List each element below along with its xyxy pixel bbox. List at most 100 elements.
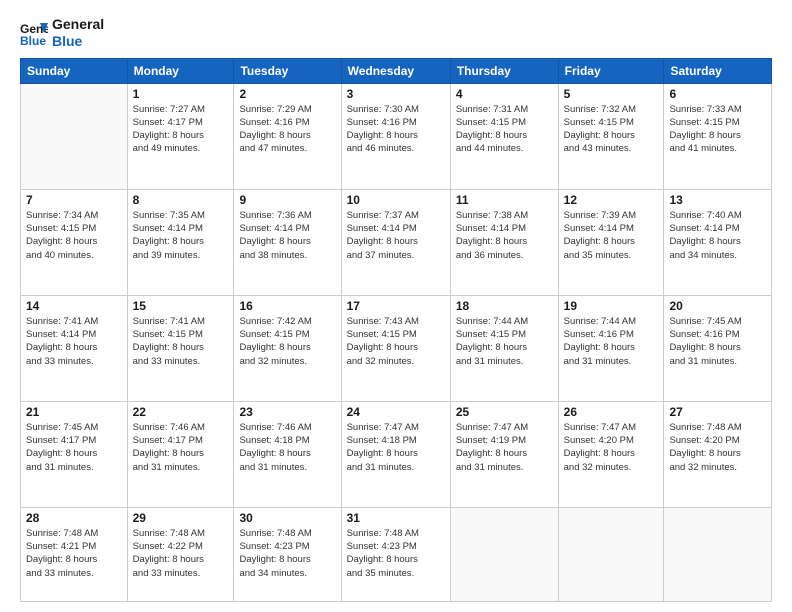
cell-info: Sunrise: 7:37 AM Sunset: 4:14 PM Dayligh… bbox=[347, 209, 445, 262]
day-number: 1 bbox=[133, 87, 229, 101]
calendar-week-1: 7Sunrise: 7:34 AM Sunset: 4:15 PM Daylig… bbox=[21, 189, 772, 295]
weekday-header-row: SundayMondayTuesdayWednesdayThursdayFrid… bbox=[21, 58, 772, 83]
weekday-tuesday: Tuesday bbox=[234, 58, 341, 83]
day-number: 6 bbox=[669, 87, 766, 101]
day-number: 9 bbox=[239, 193, 335, 207]
cell-info: Sunrise: 7:48 AM Sunset: 4:22 PM Dayligh… bbox=[133, 527, 229, 580]
day-number: 10 bbox=[347, 193, 445, 207]
calendar-body: 1 Sunrise: 7:27 AM Sunset: 4:17 PM Daylig… bbox=[21, 83, 772, 601]
day-number: 21 bbox=[26, 405, 122, 419]
calendar-table: SundayMondayTuesdayWednesdayThursdayFrid… bbox=[20, 58, 772, 602]
calendar-cell bbox=[558, 507, 664, 601]
calendar-cell: 25 Sunrise: 7:47 AM Sunset: 4:19 PM Dayli… bbox=[450, 401, 558, 507]
day-number: 14 bbox=[26, 299, 122, 313]
day-number: 5 bbox=[564, 87, 659, 101]
cell-info: Sunrise: 7:38 AM Sunset: 4:14 PM Dayligh… bbox=[456, 209, 553, 262]
day-number: 17 bbox=[347, 299, 445, 313]
calendar-cell: 14 Sunrise: 7:41 AM Sunset: 4:14 PM Dayli… bbox=[21, 295, 128, 401]
calendar-cell bbox=[21, 83, 128, 189]
calendar-week-3: 21Sunrise: 7:45 AM Sunset: 4:17 PM Dayli… bbox=[21, 401, 772, 507]
calendar-cell: 2 Sunrise: 7:29 AM Sunset: 4:16 PM Daylig… bbox=[234, 83, 341, 189]
calendar-cell: 8Sunrise: 7:35 AM Sunset: 4:14 PM Daylig… bbox=[127, 189, 234, 295]
cell-info: Sunrise: 7:48 AM Sunset: 4:23 PM Dayligh… bbox=[347, 527, 445, 580]
logo: General Blue General Blue bbox=[20, 16, 104, 50]
calendar-week-4: 28 Sunrise: 7:48 AM Sunset: 4:21 PM Dayli… bbox=[21, 507, 772, 601]
cell-info: Sunrise: 7:47 AM Sunset: 4:20 PM Dayligh… bbox=[564, 421, 659, 474]
cell-info: Sunrise: 7:29 AM Sunset: 4:16 PM Dayligh… bbox=[239, 103, 335, 156]
day-number: 20 bbox=[669, 299, 766, 313]
day-number: 22 bbox=[133, 405, 229, 419]
day-number: 24 bbox=[347, 405, 445, 419]
calendar-cell: 12Sunrise: 7:39 AM Sunset: 4:14 PM Dayli… bbox=[558, 189, 664, 295]
calendar-cell: 28 Sunrise: 7:48 AM Sunset: 4:21 PM Dayli… bbox=[21, 507, 128, 601]
cell-info: Sunrise: 7:44 AM Sunset: 4:16 PM Dayligh… bbox=[564, 315, 659, 368]
day-number: 7 bbox=[26, 193, 122, 207]
calendar-cell: 16 Sunrise: 7:42 AM Sunset: 4:15 PM Dayli… bbox=[234, 295, 341, 401]
day-number: 18 bbox=[456, 299, 553, 313]
cell-info: Sunrise: 7:33 AM Sunset: 4:15 PM Dayligh… bbox=[669, 103, 766, 156]
day-number: 15 bbox=[133, 299, 229, 313]
calendar-cell: 24Sunrise: 7:47 AM Sunset: 4:18 PM Dayli… bbox=[341, 401, 450, 507]
day-number: 23 bbox=[239, 405, 335, 419]
weekday-thursday: Thursday bbox=[450, 58, 558, 83]
cell-info: Sunrise: 7:30 AM Sunset: 4:16 PM Dayligh… bbox=[347, 103, 445, 156]
day-number: 13 bbox=[669, 193, 766, 207]
calendar-cell: 20 Sunrise: 7:45 AM Sunset: 4:16 PM Dayli… bbox=[664, 295, 772, 401]
day-number: 16 bbox=[239, 299, 335, 313]
page: General Blue General Blue SundayMondayTu… bbox=[0, 0, 792, 612]
weekday-monday: Monday bbox=[127, 58, 234, 83]
day-number: 2 bbox=[239, 87, 335, 101]
calendar-cell: 1 Sunrise: 7:27 AM Sunset: 4:17 PM Daylig… bbox=[127, 83, 234, 189]
calendar-cell: 23Sunrise: 7:46 AM Sunset: 4:18 PM Dayli… bbox=[234, 401, 341, 507]
day-number: 3 bbox=[347, 87, 445, 101]
day-number: 4 bbox=[456, 87, 553, 101]
day-number: 28 bbox=[26, 511, 122, 525]
calendar-cell: 22 Sunrise: 7:46 AM Sunset: 4:17 PM Dayli… bbox=[127, 401, 234, 507]
cell-info: Sunrise: 7:47 AM Sunset: 4:19 PM Dayligh… bbox=[456, 421, 553, 474]
calendar-week-0: 1 Sunrise: 7:27 AM Sunset: 4:17 PM Daylig… bbox=[21, 83, 772, 189]
day-number: 29 bbox=[133, 511, 229, 525]
cell-info: Sunrise: 7:41 AM Sunset: 4:15 PM Dayligh… bbox=[133, 315, 229, 368]
cell-info: Sunrise: 7:48 AM Sunset: 4:20 PM Dayligh… bbox=[669, 421, 766, 474]
calendar-cell: 26 Sunrise: 7:47 AM Sunset: 4:20 PM Dayli… bbox=[558, 401, 664, 507]
calendar-cell: 10 Sunrise: 7:37 AM Sunset: 4:14 PM Dayli… bbox=[341, 189, 450, 295]
calendar-cell: 21Sunrise: 7:45 AM Sunset: 4:17 PM Dayli… bbox=[21, 401, 128, 507]
cell-info: Sunrise: 7:35 AM Sunset: 4:14 PM Dayligh… bbox=[133, 209, 229, 262]
cell-info: Sunrise: 7:46 AM Sunset: 4:17 PM Dayligh… bbox=[133, 421, 229, 474]
calendar-cell: 19 Sunrise: 7:44 AM Sunset: 4:16 PM Dayli… bbox=[558, 295, 664, 401]
cell-info: Sunrise: 7:43 AM Sunset: 4:15 PM Dayligh… bbox=[347, 315, 445, 368]
day-number: 26 bbox=[564, 405, 659, 419]
logo-icon: General Blue bbox=[20, 19, 48, 47]
header: General Blue General Blue bbox=[20, 16, 772, 50]
calendar-cell: 9Sunrise: 7:36 AM Sunset: 4:14 PM Daylig… bbox=[234, 189, 341, 295]
logo-general: General bbox=[52, 16, 104, 33]
cell-info: Sunrise: 7:48 AM Sunset: 4:23 PM Dayligh… bbox=[239, 527, 335, 580]
cell-info: Sunrise: 7:40 AM Sunset: 4:14 PM Dayligh… bbox=[669, 209, 766, 262]
logo-blue: Blue bbox=[52, 33, 104, 50]
cell-info: Sunrise: 7:48 AM Sunset: 4:21 PM Dayligh… bbox=[26, 527, 122, 580]
weekday-saturday: Saturday bbox=[664, 58, 772, 83]
day-number: 30 bbox=[239, 511, 335, 525]
calendar-cell: 13 Sunrise: 7:40 AM Sunset: 4:14 PM Dayli… bbox=[664, 189, 772, 295]
calendar-cell: 7Sunrise: 7:34 AM Sunset: 4:15 PM Daylig… bbox=[21, 189, 128, 295]
day-number: 31 bbox=[347, 511, 445, 525]
cell-info: Sunrise: 7:44 AM Sunset: 4:15 PM Dayligh… bbox=[456, 315, 553, 368]
calendar-cell bbox=[664, 507, 772, 601]
calendar-week-2: 14 Sunrise: 7:41 AM Sunset: 4:14 PM Dayli… bbox=[21, 295, 772, 401]
weekday-friday: Friday bbox=[558, 58, 664, 83]
cell-info: Sunrise: 7:45 AM Sunset: 4:16 PM Dayligh… bbox=[669, 315, 766, 368]
cell-info: Sunrise: 7:39 AM Sunset: 4:14 PM Dayligh… bbox=[564, 209, 659, 262]
day-number: 19 bbox=[564, 299, 659, 313]
calendar-cell: 15 Sunrise: 7:41 AM Sunset: 4:15 PM Dayli… bbox=[127, 295, 234, 401]
calendar-cell: 18 Sunrise: 7:44 AM Sunset: 4:15 PM Dayli… bbox=[450, 295, 558, 401]
day-number: 25 bbox=[456, 405, 553, 419]
calendar-cell: 11Sunrise: 7:38 AM Sunset: 4:14 PM Dayli… bbox=[450, 189, 558, 295]
svg-text:Blue: Blue bbox=[20, 34, 46, 47]
cell-info: Sunrise: 7:27 AM Sunset: 4:17 PM Dayligh… bbox=[133, 103, 229, 156]
cell-info: Sunrise: 7:42 AM Sunset: 4:15 PM Dayligh… bbox=[239, 315, 335, 368]
calendar-cell: 30 Sunrise: 7:48 AM Sunset: 4:23 PM Dayli… bbox=[234, 507, 341, 601]
cell-info: Sunrise: 7:32 AM Sunset: 4:15 PM Dayligh… bbox=[564, 103, 659, 156]
cell-info: Sunrise: 7:41 AM Sunset: 4:14 PM Dayligh… bbox=[26, 315, 122, 368]
calendar-cell bbox=[450, 507, 558, 601]
calendar-cell: 6 Sunrise: 7:33 AM Sunset: 4:15 PM Daylig… bbox=[664, 83, 772, 189]
